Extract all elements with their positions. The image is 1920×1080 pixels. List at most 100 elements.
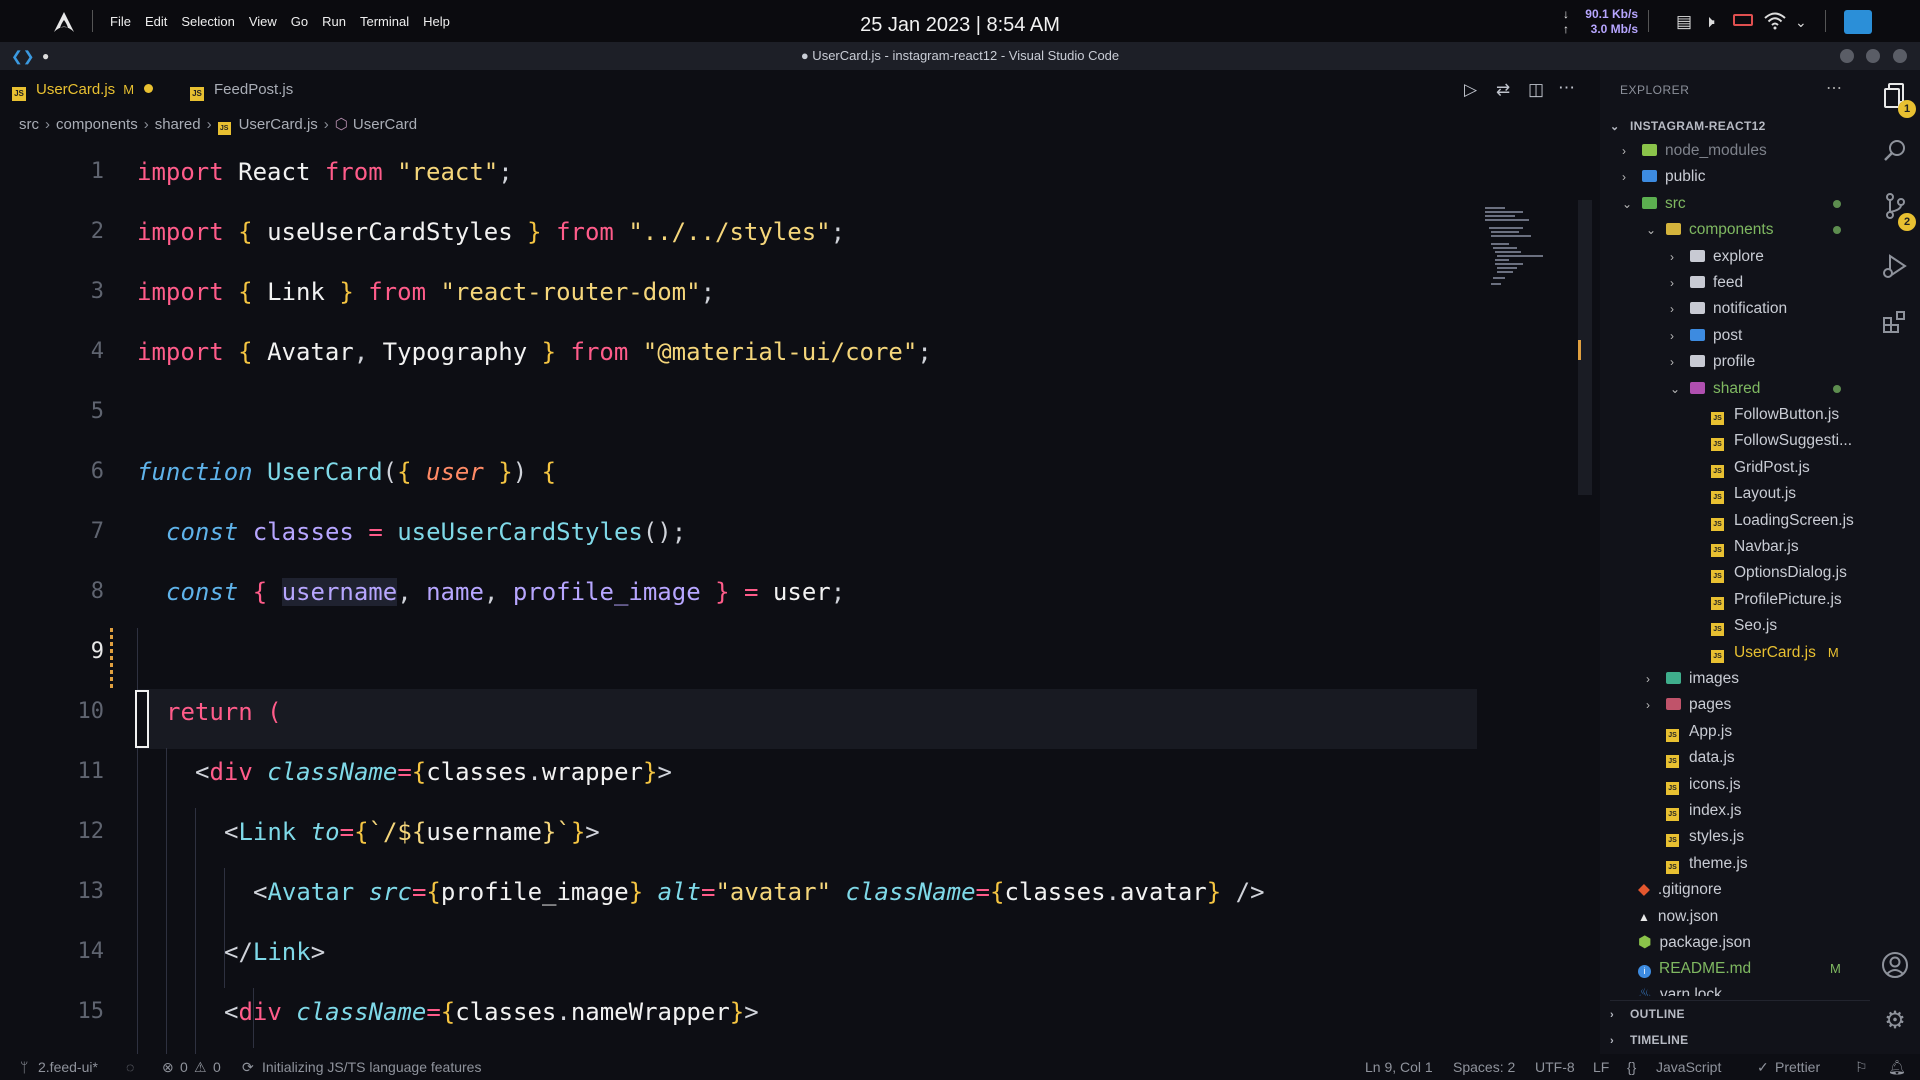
tree-file[interactable]: JS ProfilePicture.js (1711, 587, 1842, 613)
tab-usercard[interactable]: JS UserCard.js M (12, 70, 154, 110)
wifi-icon[interactable] (1764, 12, 1786, 35)
tree-file[interactable]: JS Seo.js (1711, 613, 1777, 639)
compare-changes-icon[interactable]: ⇄ (1496, 80, 1510, 100)
tree-file[interactable]: JS GridPost.js (1711, 455, 1810, 481)
menu-file[interactable]: File (110, 14, 131, 29)
close-button[interactable] (1893, 49, 1907, 63)
notifications-bell-icon[interactable]: 🔔︎ (1888, 1054, 1906, 1080)
cursor-position[interactable]: Ln 9, Col 1 (1365, 1054, 1433, 1080)
menu-go[interactable]: Go (291, 14, 308, 29)
sync-icon[interactable]: ◌ (126, 1054, 134, 1080)
menu-run[interactable]: Run (322, 14, 346, 29)
search-icon[interactable] (1880, 138, 1910, 168)
line-number: 2 (90, 219, 104, 244)
encoding[interactable]: UTF-8 (1535, 1054, 1575, 1080)
menu-terminal[interactable]: Terminal (360, 14, 409, 29)
tree-folder[interactable]: ⌄ src (1622, 191, 1686, 217)
tab-feedpost[interactable]: JS FeedPost.js (190, 70, 293, 110)
tree-label: OptionsDialog.js (1734, 564, 1847, 581)
tree-file[interactable]: JS Navbar.js (1711, 534, 1799, 560)
breadcrumb-item[interactable]: shared (155, 116, 201, 133)
tree-folder[interactable]: › pages (1646, 692, 1731, 718)
tree-file[interactable]: JS App.js (1666, 719, 1732, 745)
tree-folder[interactable]: › post (1670, 323, 1742, 349)
minimize-button[interactable] (1840, 49, 1854, 63)
language-mode[interactable]: JavaScript (1656, 1054, 1721, 1080)
account-icon[interactable] (1880, 950, 1910, 980)
clipboard-icon[interactable]: ▤ (1676, 12, 1692, 32)
minimap[interactable] (1485, 207, 1575, 287)
arch-logo-icon[interactable] (52, 10, 76, 34)
tree-label: now.json (1657, 908, 1719, 925)
run-debug-icon[interactable] (1880, 252, 1910, 282)
tree-folder[interactable]: › public (1622, 164, 1706, 190)
run-icon[interactable]: ▷ (1464, 80, 1477, 100)
tree-label: profile (1713, 353, 1756, 370)
tree-folder[interactable]: ⌄ shared (1670, 376, 1760, 402)
tree-file-active[interactable]: JS UserCard.js M (1711, 640, 1839, 666)
tree-file[interactable]: JS FollowSuggesti... (1711, 428, 1852, 454)
task-status: Initializing JS/TS language features (262, 1059, 482, 1075)
line-ending[interactable]: LF (1593, 1054, 1609, 1080)
settings-gear-icon[interactable]: ⚙ (1880, 1006, 1910, 1036)
warnings-count[interactable]: 0 (213, 1054, 221, 1080)
tree-file[interactable]: JS index.js (1666, 798, 1742, 824)
app-menu: File Edit Selection View Go Run Terminal… (110, 0, 464, 42)
tree-file[interactable]: i README.md (1638, 956, 1751, 982)
tree-file[interactable]: ▲ now.json (1638, 904, 1718, 930)
breadcrumb-item[interactable]: components (56, 116, 138, 133)
menu-view[interactable]: View (249, 14, 277, 29)
tree-folder[interactable]: › images (1646, 666, 1739, 692)
more-actions-icon[interactable]: ⋯ (1826, 70, 1842, 108)
menu-help[interactable]: Help (423, 14, 450, 29)
tree-file[interactable]: ♨ yarn.lock (1638, 982, 1722, 996)
tree-file[interactable]: ◆ .gitignore (1638, 877, 1722, 903)
code-line: 11 <div className={classes.wrapper}> (0, 742, 1480, 802)
tree-file[interactable]: JS Layout.js (1711, 481, 1796, 507)
tree-folder[interactable]: › explore (1670, 244, 1764, 270)
git-branch[interactable]: 2.feed-ui* (38, 1054, 98, 1080)
tree-file[interactable]: JS LoadingScreen.js (1711, 508, 1854, 534)
project-root[interactable]: ⌄ INSTAGRAM-REACT12 (1610, 113, 1766, 139)
tree-file[interactable]: ⬢ package.json (1638, 930, 1751, 956)
tree-file[interactable]: JS data.js (1666, 745, 1735, 771)
indentation[interactable]: Spaces: 2 (1453, 1054, 1515, 1080)
chevron-down-icon[interactable]: ⌄ (1795, 12, 1807, 32)
tree-file[interactable]: JS styles.js (1666, 824, 1744, 850)
prettier-status[interactable]: Prettier (1775, 1054, 1820, 1080)
tree-folder[interactable]: › feed (1670, 270, 1743, 296)
breadcrumb-item[interactable]: UserCard (353, 116, 417, 133)
outline-section[interactable]: › OUTLINE (1610, 1000, 1870, 1026)
tree-folder[interactable]: › node_modules (1622, 138, 1767, 164)
tree-label: explore (1713, 248, 1764, 265)
code-editor[interactable]: 1 import React from "react"; 2 import { us… (0, 142, 1480, 1060)
breadcrumb-item[interactable]: src (19, 116, 39, 133)
more-actions-icon[interactable]: ⋯ (1558, 78, 1575, 98)
tree-file[interactable]: JS FollowButton.js (1711, 402, 1839, 428)
tree-folder[interactable]: › profile (1670, 349, 1755, 375)
braces-icon[interactable]: {} (1627, 1054, 1636, 1080)
maximize-button[interactable] (1866, 49, 1880, 63)
battery-icon[interactable] (1733, 14, 1753, 26)
active-app-icon[interactable] (1844, 10, 1872, 34)
tree-folder[interactable]: ⌄ components (1646, 217, 1773, 243)
tree-label: theme.js (1689, 855, 1748, 872)
code-text: return ( (166, 698, 282, 726)
tree-folder[interactable]: › notification (1670, 296, 1787, 322)
chevron-right-icon: › (45, 116, 50, 133)
tree-file[interactable]: JS theme.js (1666, 851, 1748, 877)
js-file-icon: JS (1666, 782, 1679, 795)
menu-edit[interactable]: Edit (145, 14, 167, 29)
split-editor-icon[interactable]: ◫ (1528, 80, 1544, 100)
timeline-section[interactable]: › TIMELINE (1610, 1027, 1688, 1053)
menu-selection[interactable]: Selection (181, 14, 234, 29)
chevron-down-icon: ⌄ (1622, 197, 1633, 211)
tree-file[interactable]: JS icons.js (1666, 772, 1741, 798)
feedback-icon[interactable]: ⚐ (1855, 1054, 1868, 1080)
extensions-icon[interactable] (1880, 308, 1910, 338)
volume-icon[interactable]: 🕨 (1704, 12, 1715, 32)
unsaved-dot-icon[interactable] (144, 84, 154, 93)
tree-file[interactable]: JS OptionsDialog.js (1711, 560, 1847, 586)
breadcrumb-item[interactable]: UserCard.js (239, 116, 318, 133)
problems-count[interactable]: 0 (180, 1054, 188, 1080)
